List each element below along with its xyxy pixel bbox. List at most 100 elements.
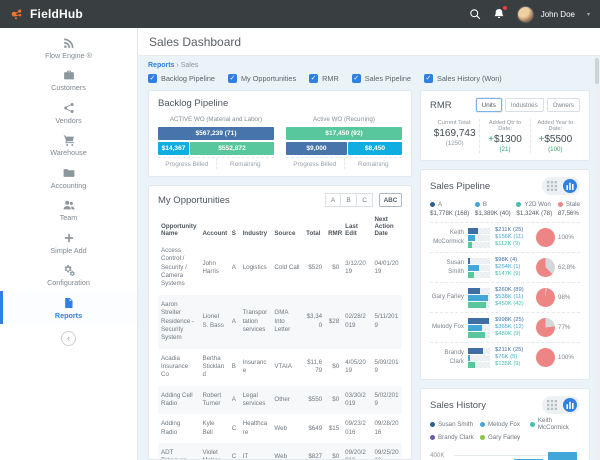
history-bar [548,452,577,460]
cell-total: $3,340 [303,295,325,349]
sidebar-item[interactable]: Flow Engine ® [0,31,137,64]
topbar-actions: John Doe ▾ [469,6,590,23]
rmr-card: RMR UnitsIndustriesOwners Current Total:… [420,90,590,161]
bar-a [468,318,490,324]
filter-checkbox[interactable]: RMR [309,74,339,83]
sidebar-item[interactable]: Simple Add [0,226,137,259]
grade-filter-abc-button[interactable]: ABC [379,193,402,207]
backlog-group-title: ACTIVE WO (Material and Labor) [158,110,274,127]
sidebar-item-label: Customers [0,83,137,92]
search-icon[interactable] [469,8,481,20]
column-header[interactable]: Total [303,212,325,241]
legend-dot [430,202,435,207]
brand[interactable]: FieldHub [10,7,83,22]
backlog-footer-label: Remaining [345,158,403,169]
stale-percent: 62,8% [558,264,580,271]
column-header[interactable]: RMR [325,212,342,241]
salesperson-name: Brandy Clark [430,349,468,365]
table-row[interactable]: Adding Cell Radio Robert Turner A Legal … [158,386,402,415]
folder-icon [0,166,137,179]
rmr-tab[interactable]: Units [476,98,502,112]
dashboard-filters: Backlog Pipeline My Opportunities RMR [148,74,590,83]
backlog-footer-label: Remaining [217,158,275,169]
breadcrumb: Reports › Sales [148,62,590,69]
app-window: FieldHub John Doe ▾ Flow Engine ® Custom… [0,0,600,460]
table-row[interactable]: Access Control / Security / Camera Syste… [158,241,402,295]
bar-b [468,355,490,361]
stat-sub: (21) [482,146,527,153]
filter-checkbox[interactable]: My Opportunities [228,74,296,83]
sidebar-item[interactable]: Configuration [0,259,137,292]
sidebar-item[interactable]: Accounting [0,161,137,194]
sidebar-item[interactable]: Customers [0,64,137,97]
cell-s: A [229,241,240,295]
column-header[interactable]: Source [271,212,303,241]
stale-percent: 100% [558,234,580,241]
right-column: RMR UnitsIndustriesOwners Current Total:… [420,90,590,460]
rmr-tab[interactable]: Owners [547,98,580,112]
column-header[interactable]: Last Edit [342,212,371,241]
sidebar-item[interactable]: Warehouse [0,129,137,162]
grade-filter-button[interactable]: C [357,193,373,207]
filter-label: My Opportunities [241,74,296,83]
table-row[interactable]: Acadia Insurance Co Bertha Stickland B I… [158,349,402,386]
scrollbar-thumb[interactable] [595,58,599,84]
column-header[interactable]: Account [199,212,228,241]
grid-view-icon[interactable] [545,400,559,410]
cell-source: GMA Into Letter [271,295,303,349]
scrollbar[interactable] [594,56,600,460]
user-name[interactable]: John Doe [541,10,575,19]
grade-filter-button[interactable]: A [325,193,341,207]
avatar[interactable] [517,6,534,23]
breadcrumb-current: Sales [181,62,199,69]
stale-donut [536,258,555,277]
table-row[interactable]: Aaron Streiter Residence - Security Syst… [158,295,402,349]
column-header[interactable]: Next Action Date [371,212,402,241]
rmr-tab[interactable]: Industries [505,98,544,112]
backlog-footer-label: Progress Billed [286,158,345,169]
backlog-group: Active WO (Recurring) $17,450 (92) $9,00… [286,110,402,169]
cell-s: C [229,414,240,443]
cell-last-edit: 09/23/2016 [342,414,371,443]
cell-s: C [229,443,240,460]
stat-label: Current Total: [432,120,477,126]
filter-checkbox[interactable]: Sales History (Won) [424,74,502,83]
value-y2d-won: $112K (9) [495,241,534,248]
cell-source: Web [271,443,303,460]
cell-opportunity-name: ADT Takeover [158,443,199,460]
cell-source: Web [271,414,303,443]
column-header[interactable]: Opportunity Name [158,212,199,241]
gears-icon [0,263,137,276]
table-row[interactable]: ADT Takeover Violet Maher C IT Web $827 … [158,443,402,460]
legend-dot [516,202,521,207]
cell-source: VTAIA [271,349,303,386]
sidebar-collapse-button[interactable]: ‹ [61,331,76,346]
sidebar-item[interactable]: Team [0,194,137,227]
sidebar-item[interactable]: Vendors [0,96,137,129]
filter-checkbox[interactable]: Backlog Pipeline [148,74,215,83]
pipeline-rows: Keith McCormick $211K (25) $156K (11) [430,223,580,372]
chevron-down-icon[interactable]: ▾ [587,11,590,18]
cell-rmr: $28 [325,295,342,349]
filter-checkbox[interactable]: Sales Pipeline [352,74,411,83]
column-header[interactable]: S [229,212,240,241]
cell-industry: Insurance [240,349,272,386]
grid-view-icon[interactable] [545,181,559,191]
cell-last-edit: 4/05/2019 [342,349,371,386]
backlog-total-bar: $567,239 (71) [158,127,274,140]
value-y2d-won: $135K (9) [495,361,534,368]
cell-next-action-date: 09/28/2016 [371,414,402,443]
topbar: FieldHub John Doe ▾ [0,0,600,28]
bell-icon[interactable] [493,8,505,20]
breadcrumb-link[interactable]: Reports [148,62,174,69]
table-row[interactable]: Adding Radio Kyle Bell C Healthcare Web … [158,414,402,443]
value-a: $211K (25) [495,347,534,354]
checkbox-checked-icon [228,74,237,83]
grade-filter-button[interactable]: B [341,193,357,207]
column-header[interactable]: Industry [240,212,272,241]
chart-view-icon[interactable] [563,398,577,412]
bar-b [468,295,490,301]
cell-account: Kyle Bell [199,414,228,443]
sidebar-item[interactable]: Reports [0,291,137,324]
chart-view-icon[interactable] [563,179,577,193]
